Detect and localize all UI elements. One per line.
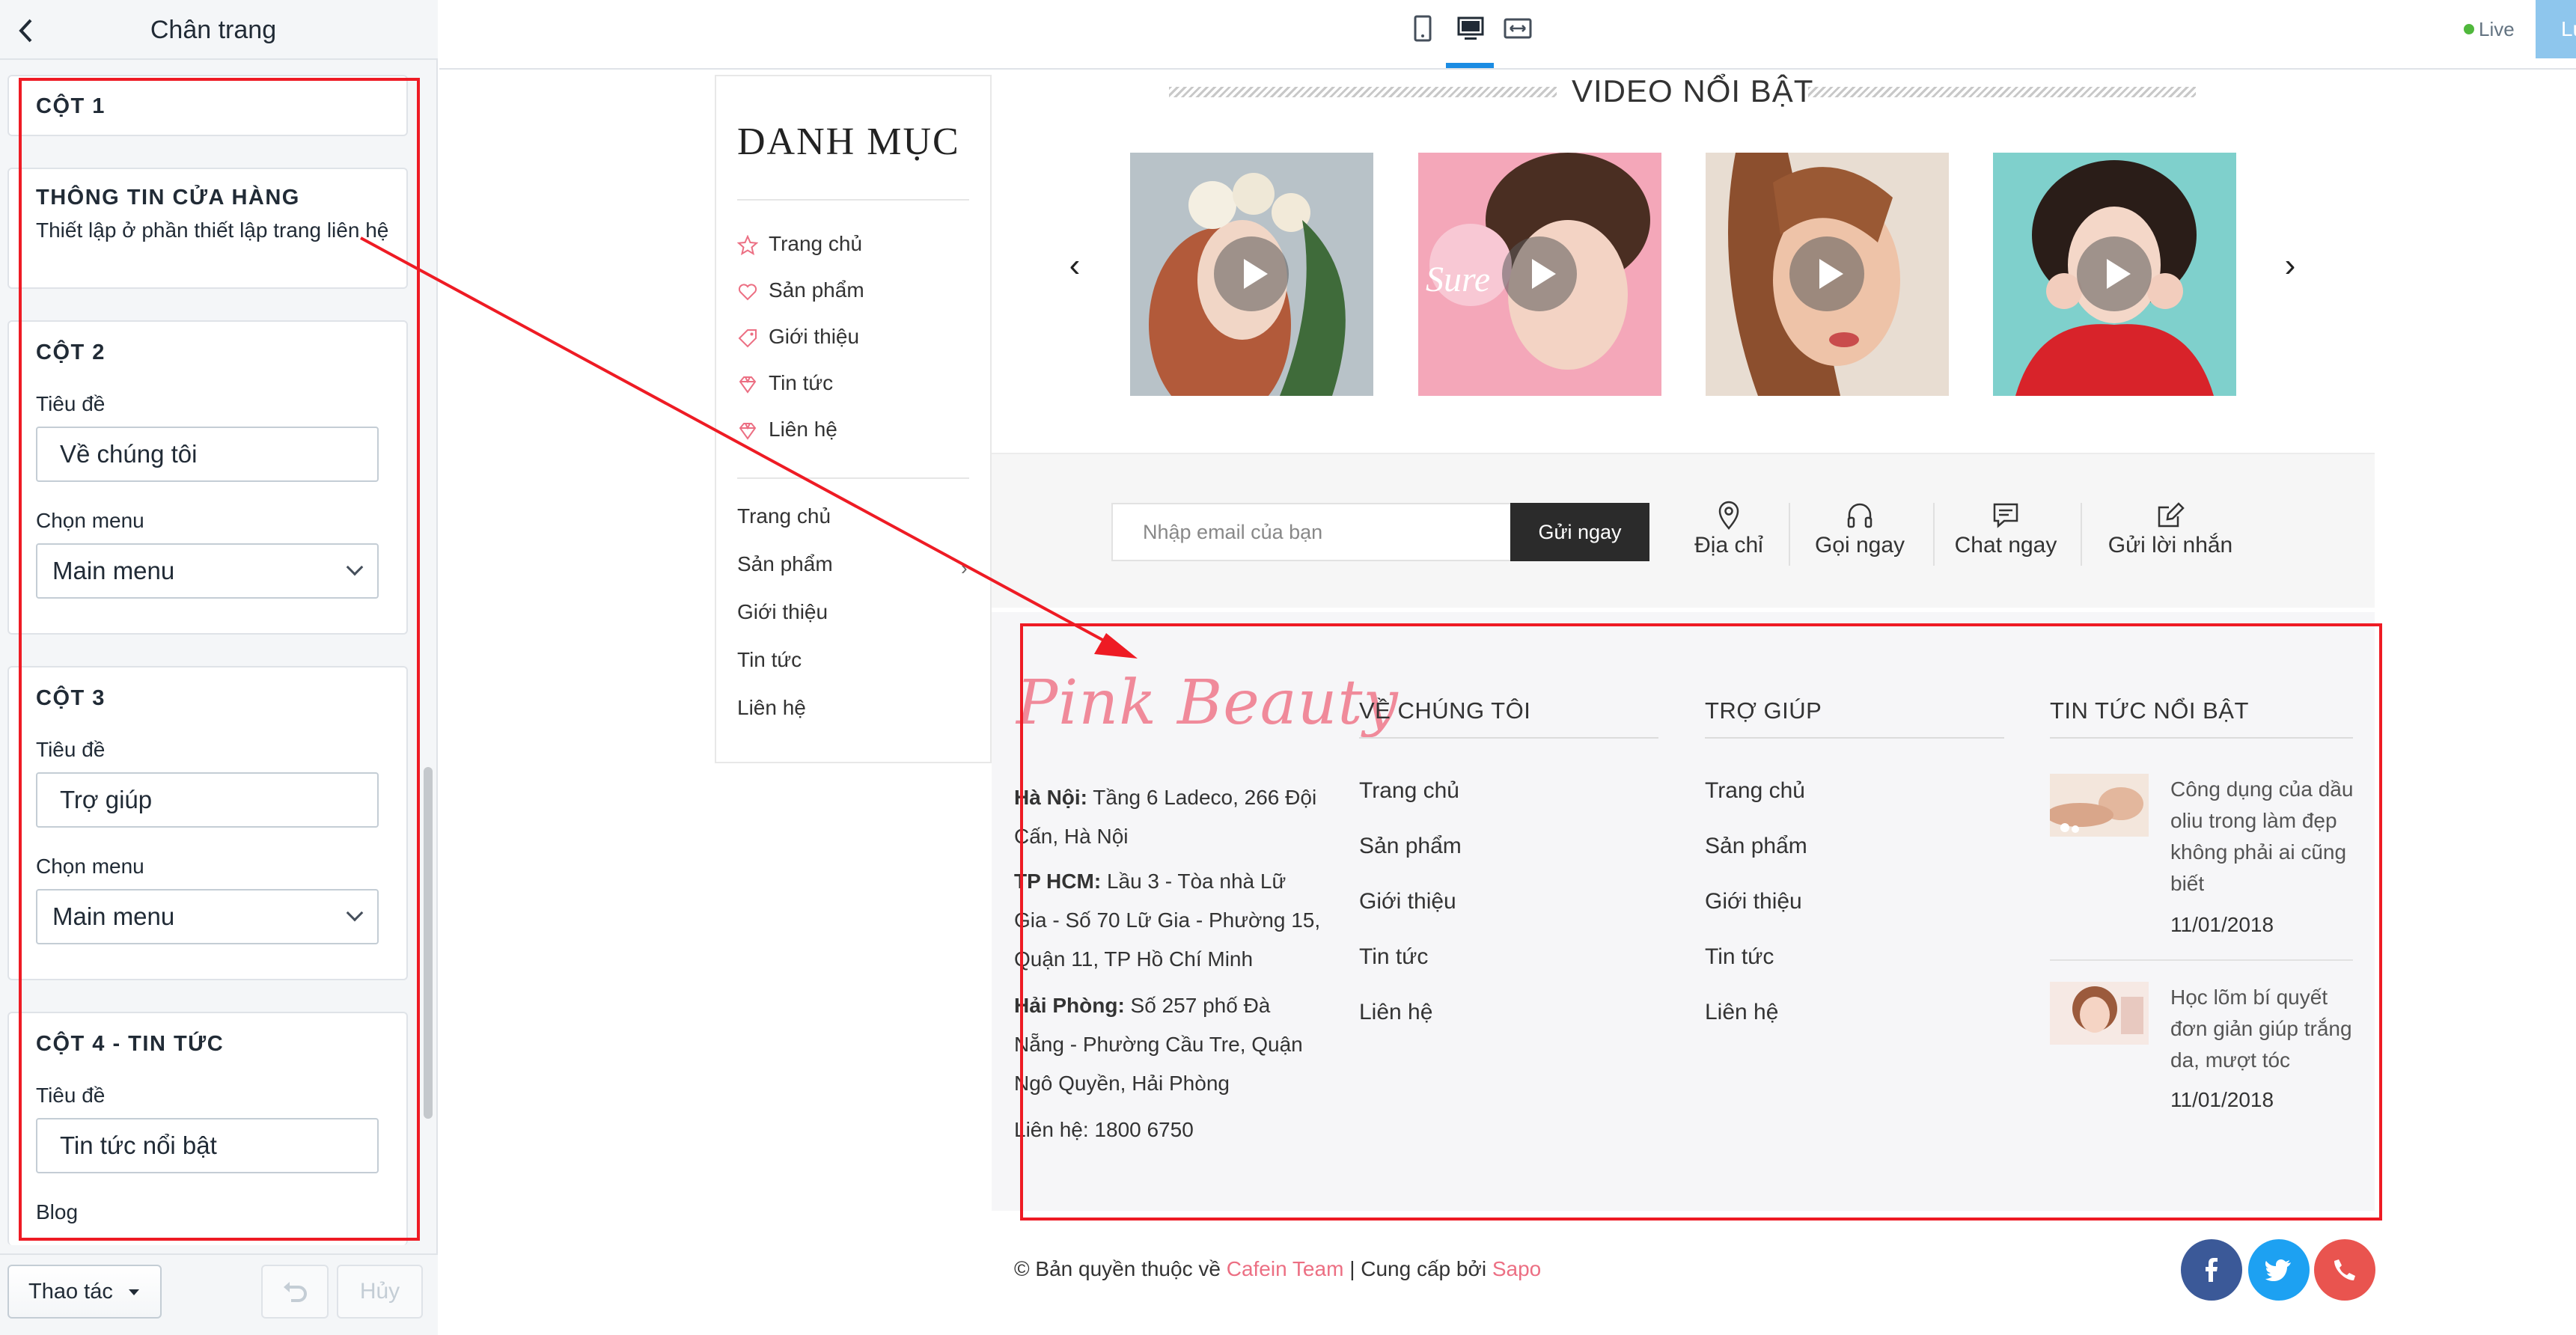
heart-icon [738,284,757,301]
chat-icon [1993,503,2018,528]
caret-down-icon [129,1289,139,1295]
copyright-provider-link[interactable]: Sapo [1492,1257,1541,1280]
phone-button[interactable] [2314,1239,2375,1301]
category-item-label: Trang chủ [769,232,863,255]
video-thumbnail-2[interactable]: Sure [1418,153,1661,396]
contact-message[interactable]: Gửi lời nhắn [2096,500,2245,575]
video-prev-button[interactable]: ‹ [1060,247,1090,284]
contact-chat[interactable]: Chat ngay [1946,500,2066,575]
panel-title: Chân trang [150,16,277,44]
category-item-label: Sản phẩm [769,278,864,302]
diamond-icon [739,423,757,440]
headphones-icon [1847,503,1873,528]
actions-dropdown-button[interactable]: Thao tác [7,1265,162,1319]
mobile-icon [1414,15,1432,42]
video-thumbnail-4[interactable] [1993,153,2236,396]
video-section-title: VIDEO NỔI BẬT [1572,73,1814,109]
category-link-about[interactable]: Giới thiệu [737,600,828,624]
undo-icon [284,1282,307,1302]
contact-divider [1789,503,1790,566]
facebook-button[interactable] [2181,1239,2242,1301]
contact-divider [1933,503,1935,566]
category-item-label: Liên hệ [769,418,837,441]
star-icon [737,235,758,256]
copyright-prefix: © Bản quyền thuộc về [1014,1257,1221,1280]
copyright-team-link[interactable]: Cafein Team [1227,1257,1344,1280]
twitter-button[interactable] [2248,1239,2310,1301]
category-link-contact[interactable]: Liên hệ [737,696,806,720]
facebook-icon [2206,1258,2218,1282]
category-divider [737,477,969,479]
annotation-box-settings [19,78,420,1241]
play-icon [1789,236,1864,311]
copyright-mid: | Cung cấp bởi [1349,1257,1487,1280]
play-icon [1214,236,1289,311]
phone-icon [2334,1259,2355,1280]
contact-divider [2081,503,2082,566]
annotation-box-footer [1020,623,2382,1221]
contact-label: Chat ngay [1954,533,2057,557]
edit-icon [2158,502,2185,528]
play-icon [1502,236,1577,311]
desktop-view-button[interactable] [1456,13,1486,46]
video-next-button[interactable]: › [2275,247,2305,284]
live-status-dot [2464,24,2474,34]
svg-text:Sure: Sure [1426,260,1490,299]
desktop-icon [1457,16,1484,40]
video-thumbnail-1[interactable] [1130,153,1373,396]
diamond-icon [739,376,757,394]
video-thumbnail-3[interactable] [1706,153,1949,396]
chevron-right-icon[interactable]: › [961,557,968,580]
live-status-label: Live [2479,18,2515,40]
category-divider [737,199,969,201]
play-icon [2077,236,2152,311]
chevron-left-icon [19,19,32,43]
tag-icon [738,329,757,348]
actions-label: Thao tác [28,1280,113,1304]
mobile-view-button[interactable] [1411,13,1441,46]
category-link-home[interactable]: Trang chủ [737,504,831,528]
twitter-icon [2265,1259,2291,1281]
contact-address[interactable]: Địa chỉ [1684,500,1774,575]
contact-label: Địa chỉ [1694,533,1763,557]
contact-label: Gọi ngay [1814,533,1905,557]
panel-scrollbar[interactable] [424,767,433,1119]
copyright: © Bản quyền thuộc về Cafein Team | Cung … [1014,1257,1541,1281]
category-item-label: Tin tức [769,371,834,394]
map-pin-icon [1718,501,1739,530]
title-decoration [1169,87,1557,97]
newsletter-send-button[interactable]: Gửi ngay [1510,503,1649,561]
category-link-products[interactable]: Sản phẩm [737,552,833,576]
category-item-label: Giới thiệu [769,325,860,348]
contact-label: Gửi lời nhắn [2108,533,2233,557]
save-button[interactable]: Lưu [2536,0,2576,58]
category-title: DANH MỤC [737,120,960,163]
undo-button[interactable] [261,1265,329,1319]
fullwidth-icon [1504,18,1532,39]
title-decoration [1808,87,2196,97]
back-button[interactable] [7,12,45,49]
cancel-button[interactable]: Hủy [337,1265,423,1319]
newsletter-email-input[interactable]: Nhập email của bạn [1111,503,1512,561]
fullwidth-view-button[interactable] [1503,13,1533,46]
active-device-indicator [1446,63,1494,68]
category-link-news[interactable]: Tin tức [737,648,802,672]
contact-call[interactable]: Gọi ngay [1804,500,1916,575]
